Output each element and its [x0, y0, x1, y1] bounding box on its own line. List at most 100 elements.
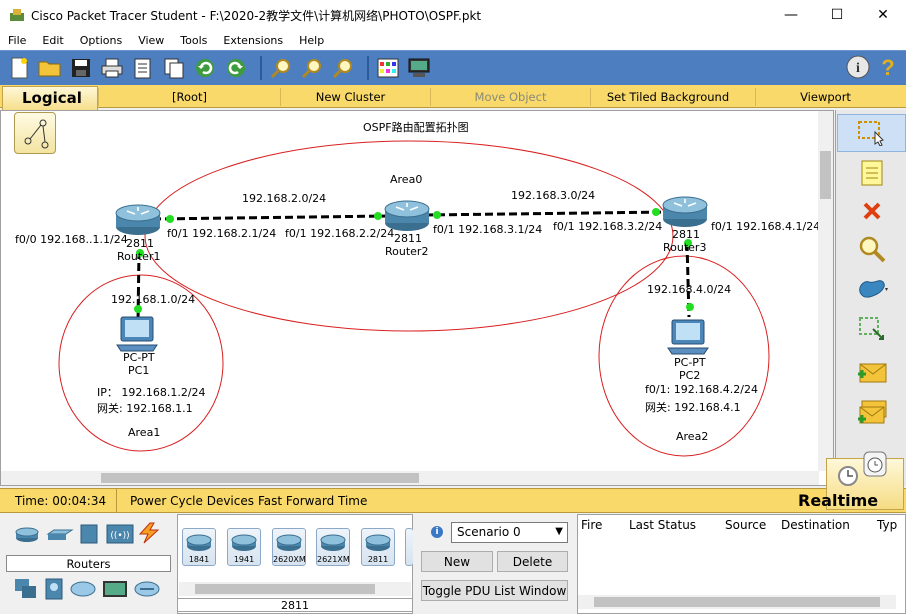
open-folder-icon[interactable] — [37, 55, 63, 81]
routers-category-icon[interactable] — [14, 526, 40, 544]
zoom-reset-icon[interactable] — [299, 55, 325, 81]
device-model-2621xm[interactable]: 2621XM — [316, 528, 350, 566]
menu-edit[interactable]: Edit — [34, 34, 71, 47]
delete-icon[interactable] — [837, 192, 906, 230]
zoom-out-icon[interactable] — [330, 55, 356, 81]
menu-view[interactable]: View — [130, 34, 172, 47]
pdu-column-last-status[interactable]: Last Status — [629, 518, 696, 532]
draw-shape-icon[interactable] — [837, 270, 906, 308]
router-name-label[interactable]: Router1 — [117, 250, 160, 263]
vertical-scrollbar[interactable] — [818, 111, 833, 471]
pdu-column-type[interactable]: Typ — [877, 518, 897, 532]
pdu-column-source[interactable]: Source — [725, 518, 766, 532]
device-model-1941[interactable]: 1941 — [227, 528, 261, 566]
link-r1-r2 — [152, 214, 390, 221]
security-category-icon[interactable] — [42, 578, 66, 600]
logical-view-icon[interactable] — [14, 112, 56, 154]
inspect-icon[interactable] — [837, 230, 906, 268]
switches-category-icon[interactable] — [46, 528, 74, 542]
router1-icon — [115, 204, 161, 235]
network-label: 192.168.1.0/24 — [111, 293, 196, 306]
area2-label: Area2 — [676, 430, 709, 443]
pdu-list-scrollbar[interactable] — [578, 595, 896, 609]
select-icon[interactable] — [837, 114, 906, 152]
menu-tools[interactable]: Tools — [172, 34, 215, 47]
scroll-thumb[interactable] — [195, 584, 375, 594]
toggle-pdu-list-button[interactable]: Toggle PDU List Window — [421, 580, 568, 601]
new-scenario-button[interactable]: New — [421, 551, 493, 572]
add-simple-pdu-icon[interactable] — [837, 354, 906, 392]
scroll-thumb[interactable] — [820, 151, 831, 199]
zoom-in-icon[interactable] — [268, 55, 294, 81]
device-model-2811[interactable]: 2811 — [361, 528, 395, 566]
menu-help[interactable]: Help — [291, 34, 332, 47]
packet-tracer-logo-icon — [10, 9, 24, 21]
menu-extensions[interactable]: Extensions — [215, 34, 291, 47]
device-model-1841[interactable]: 1841 — [182, 528, 216, 566]
pc-type-label: PC-PT — [674, 356, 706, 369]
multiuser-connection-category-icon[interactable] — [134, 580, 160, 598]
device-model-partial[interactable] — [405, 528, 413, 566]
nav-viewport[interactable]: Viewport — [755, 88, 895, 106]
svg-text:i: i — [856, 61, 860, 76]
end-devices-category-icon[interactable] — [14, 578, 38, 600]
undo-icon[interactable] — [192, 55, 218, 81]
connections-category-icon[interactable] — [136, 522, 162, 544]
custom-device-icon[interactable] — [406, 55, 432, 81]
hubs-category-icon[interactable] — [78, 523, 100, 545]
nav-new-cluster[interactable]: New Cluster — [280, 88, 420, 106]
new-file-icon[interactable] — [6, 55, 32, 81]
info-icon[interactable]: i — [846, 55, 870, 79]
scenario-info-icon[interactable]: i — [431, 526, 443, 538]
custom-made-devices-category-icon[interactable] — [102, 578, 128, 600]
maximize-button[interactable]: ☐ — [814, 0, 860, 30]
horizontal-scrollbar[interactable] — [1, 471, 819, 485]
chevron-down-icon: ▼ — [555, 526, 563, 537]
help-icon[interactable]: ? — [878, 55, 898, 79]
activity-wizard-icon[interactable] — [130, 55, 156, 81]
pc-name-label[interactable]: PC2 — [679, 369, 700, 382]
interface-label: f0/0 192.168..1.1/24 — [15, 233, 128, 246]
menu-file[interactable]: File — [0, 34, 34, 47]
delete-scenario-button[interactable]: Delete — [497, 551, 568, 572]
link-r2-r3 — [424, 210, 672, 217]
network-label: 192.168.2.0/24 — [242, 192, 327, 205]
wireless-category-icon[interactable]: ((•)) — [106, 524, 134, 544]
pc2-icon — [667, 319, 709, 355]
scenario-select[interactable]: Scenario 0 ▼ — [451, 522, 568, 543]
tab-logical[interactable]: Logical — [2, 86, 98, 112]
scroll-thumb[interactable] — [101, 473, 419, 483]
nav-root[interactable]: [Root] — [98, 88, 280, 106]
add-complex-pdu-icon[interactable] — [837, 394, 906, 432]
palette-icon[interactable] — [375, 55, 401, 81]
note-icon[interactable] — [837, 154, 906, 192]
resize-icon[interactable] — [837, 310, 906, 348]
main-toolbar: i ? — [0, 50, 906, 85]
link-light — [166, 215, 174, 223]
menu-options[interactable]: Options — [72, 34, 130, 47]
topology-title: OSPF路由配置拓扑图 — [363, 121, 469, 134]
scroll-thumb[interactable] — [594, 597, 880, 607]
minimize-button[interactable]: — — [768, 0, 814, 30]
copy-icon[interactable] — [161, 55, 187, 81]
area0-label: Area0 — [390, 173, 423, 186]
device-category-label: Routers — [6, 555, 171, 572]
simulation-stopwatch-icon[interactable] — [863, 451, 887, 477]
router-name-label[interactable]: Router3 — [663, 241, 706, 254]
wan-emulation-category-icon[interactable] — [70, 580, 96, 598]
logical-workspace-canvas[interactable]: OSPF路由配置拓扑图 Area0 Area1 Area2 192.168.2.… — [0, 110, 834, 486]
save-icon[interactable] — [68, 55, 94, 81]
pc-name-label[interactable]: PC1 — [128, 364, 149, 377]
window-title: Cisco Packet Tracer Student - F:\2020-2教… — [31, 8, 482, 23]
redo-icon[interactable] — [223, 55, 249, 81]
close-button[interactable]: ✕ — [860, 0, 906, 30]
pdu-column-destination[interactable]: Destination — [781, 518, 850, 532]
print-icon[interactable] — [99, 55, 125, 81]
device-model-2620xm[interactable]: 2620XM — [272, 528, 306, 566]
power-cycle-devices-button[interactable]: Power Cycle Devices — [130, 489, 254, 512]
pdu-column-fire[interactable]: Fire — [581, 518, 602, 532]
device-model-scrollbar[interactable] — [179, 582, 411, 596]
router-name-label[interactable]: Router2 — [385, 245, 428, 258]
fast-forward-time-button[interactable]: Fast Forward Time — [258, 489, 367, 512]
nav-set-tiled-background[interactable]: Set Tiled Background — [590, 88, 745, 106]
